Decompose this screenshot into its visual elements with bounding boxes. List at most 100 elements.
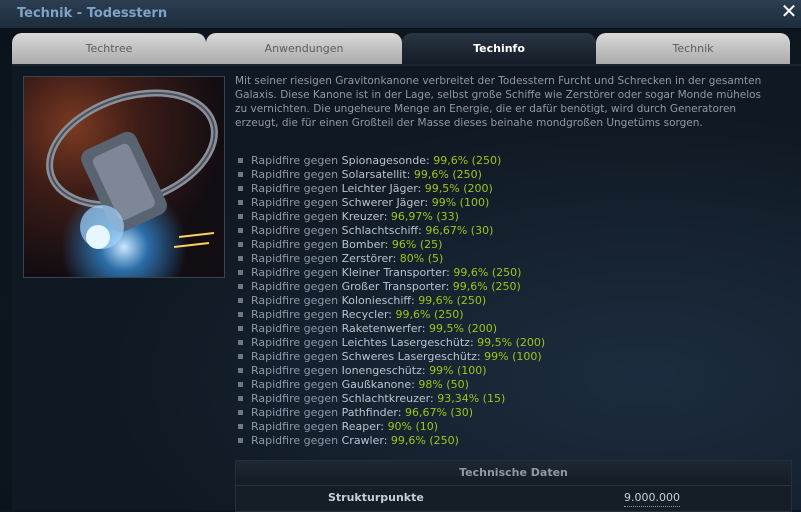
list-item: Rapidfire gegen Leichtes Lasergeschütz: … <box>238 336 545 350</box>
square-bullet-icon <box>238 171 243 177</box>
square-bullet-icon <box>238 367 243 373</box>
rapidfire-prefix: Rapidfire gegen <box>251 280 339 293</box>
technical-data-table: Technische Daten Strukturpunkte 9.000.00… <box>235 460 792 512</box>
rapidfire-target: Reaper: <box>341 420 385 433</box>
square-bullet-icon <box>238 283 243 289</box>
rapidfire-target: Spionagesonde: <box>341 154 430 167</box>
rapidfire-prefix: Rapidfire gegen <box>251 182 339 195</box>
death-star-illustration <box>46 89 218 249</box>
rapidfire-prefix: Rapidfire gegen <box>251 434 339 447</box>
square-bullet-icon <box>238 381 243 387</box>
death-star-image <box>23 76 225 278</box>
rapidfire-target: Schweres Lasergeschütz: <box>341 350 481 363</box>
rapidfire-prefix: Rapidfire gegen <box>251 294 339 307</box>
square-bullet-icon <box>238 339 243 345</box>
rapidfire-target: Pathfinder: <box>341 406 402 419</box>
rapidfire-value: 96,67% (30) <box>404 406 473 419</box>
rapidfire-value: 99,6% (250) <box>395 308 464 321</box>
rapidfire-prefix: Rapidfire gegen <box>251 392 339 405</box>
list-item: Rapidfire gegen Pathfinder: 96,67% (30) <box>238 406 545 420</box>
rapidfire-target: Crawler: <box>341 434 388 447</box>
rapidfire-prefix: Rapidfire gegen <box>251 210 339 223</box>
square-bullet-icon <box>238 255 243 261</box>
tab-techinfo[interactable]: Techinfo <box>402 33 596 65</box>
rapidfire-value: 96% (25) <box>391 238 443 251</box>
rapidfire-value: 96,67% (30) <box>425 224 494 237</box>
tab-techtree[interactable]: Techtree <box>12 33 206 65</box>
list-item: Rapidfire gegen Reaper: 90% (10) <box>238 420 545 434</box>
square-bullet-icon <box>238 269 243 275</box>
list-item: Rapidfire gegen Kleiner Transporter: 99,… <box>238 266 545 280</box>
rapidfire-value: 99,6% (250) <box>452 280 521 293</box>
rapidfire-target: Schlachtkreuzer: <box>341 392 434 405</box>
rapidfire-target: Kolonieschiff: <box>341 294 415 307</box>
rapidfire-value: 96,97% (33) <box>390 210 459 223</box>
list-item: Rapidfire gegen Schwerer Jäger: 99% (100… <box>238 196 545 210</box>
rapidfire-value: 99,5% (200) <box>429 322 498 335</box>
rapidfire-target: Kleiner Transporter: <box>341 266 450 279</box>
rapidfire-prefix: Rapidfire gegen <box>251 196 339 209</box>
list-item: Rapidfire gegen Raketenwerfer: 99,5% (20… <box>238 322 545 336</box>
rapidfire-target: Schlachtschiff: <box>341 224 422 237</box>
rapidfire-prefix: Rapidfire gegen <box>251 350 339 363</box>
tab-anwendungen[interactable]: Anwendungen <box>206 33 402 65</box>
technical-data-header: Technische Daten <box>236 461 791 486</box>
list-item: Rapidfire gegen Schweres Lasergeschütz: … <box>238 350 545 364</box>
rapidfire-prefix: Rapidfire gegen <box>251 266 339 279</box>
list-item: Rapidfire gegen Bomber: 96% (25) <box>238 238 545 252</box>
rapidfire-value: 99,6% (250) <box>453 266 522 279</box>
rapidfire-target: Schwerer Jäger: <box>341 196 429 209</box>
list-item: Rapidfire gegen Großer Transporter: 99,6… <box>238 280 545 294</box>
rapidfire-value: 99% (100) <box>484 350 542 363</box>
rapidfire-value: 99% (100) <box>429 364 487 377</box>
square-bullet-icon <box>238 423 243 429</box>
rapidfire-target: Kreuzer: <box>341 210 388 223</box>
list-item: Rapidfire gegen Kreuzer: 96,97% (33) <box>238 210 545 224</box>
structure-points-value[interactable]: 9.000.000 <box>624 490 680 507</box>
list-item: Rapidfire gegen Solarsatellit: 99,6% (25… <box>238 168 545 182</box>
ship-description: Mit seiner riesigen Gravitonkanone verbr… <box>235 75 762 129</box>
rapidfire-target: Leichter Jäger: <box>341 182 422 195</box>
rapidfire-prefix: Rapidfire gegen <box>251 420 339 433</box>
tab-technik[interactable]: Technik <box>596 33 790 65</box>
list-item: Rapidfire gegen Kolonieschiff: 99,6% (25… <box>238 294 545 308</box>
rapidfire-list: Rapidfire gegen Spionagesonde: 99,6% (25… <box>238 154 545 448</box>
rapidfire-target: Raketenwerfer: <box>341 322 426 335</box>
list-item: Rapidfire gegen Crawler: 99,6% (250) <box>238 434 545 448</box>
square-bullet-icon <box>238 185 243 191</box>
rapidfire-prefix: Rapidfire gegen <box>251 322 339 335</box>
tab-bar: Techtree Anwendungen Techinfo Technik <box>0 33 801 65</box>
rapidfire-prefix: Rapidfire gegen <box>251 154 339 167</box>
rapidfire-value: 93,34% (15) <box>437 392 506 405</box>
rapidfire-value: 99,5% (200) <box>424 182 493 195</box>
title-bar: Technik - Todesstern ✕ <box>0 0 801 29</box>
square-bullet-icon <box>238 157 243 163</box>
list-item: Rapidfire gegen Schlachtschiff: 96,67% (… <box>238 224 545 238</box>
list-item: Rapidfire gegen Recycler: 99,6% (250) <box>238 308 545 322</box>
square-bullet-icon <box>238 353 243 359</box>
rapidfire-target: Bomber: <box>341 238 389 251</box>
rapidfire-target: Ionengeschütz: <box>341 364 426 377</box>
list-item: Rapidfire gegen Gaußkanone: 98% (50) <box>238 378 545 392</box>
window-title: Technik - Todesstern <box>17 6 168 21</box>
square-bullet-icon <box>238 227 243 233</box>
rapidfire-value: 99,6% (250) <box>418 294 487 307</box>
square-bullet-icon <box>238 311 243 317</box>
rapidfire-target: Solarsatellit: <box>341 168 411 181</box>
technik-window: Technik - Todesstern ✕ Techtree Anwendun… <box>0 0 801 512</box>
list-item: Rapidfire gegen Schlachtkreuzer: 93,34% … <box>238 392 545 406</box>
square-bullet-icon <box>238 213 243 219</box>
square-bullet-icon <box>238 437 243 443</box>
rapidfire-value: 90% (10) <box>387 420 439 433</box>
square-bullet-icon <box>238 395 243 401</box>
square-bullet-icon <box>238 325 243 331</box>
rapidfire-prefix: Rapidfire gegen <box>251 168 339 181</box>
rapidfire-prefix: Rapidfire gegen <box>251 406 339 419</box>
rapidfire-value: 99,5% (200) <box>477 336 546 349</box>
list-item: Rapidfire gegen Ionengeschütz: 99% (100) <box>238 364 545 378</box>
rapidfire-prefix: Rapidfire gegen <box>251 238 339 251</box>
rapidfire-target: Gaußkanone: <box>341 378 415 391</box>
table-row: Strukturpunkte 9.000.000 <box>236 486 791 510</box>
close-icon[interactable]: ✕ <box>780 1 798 21</box>
rapidfire-value: 99,6% (250) <box>413 168 482 181</box>
